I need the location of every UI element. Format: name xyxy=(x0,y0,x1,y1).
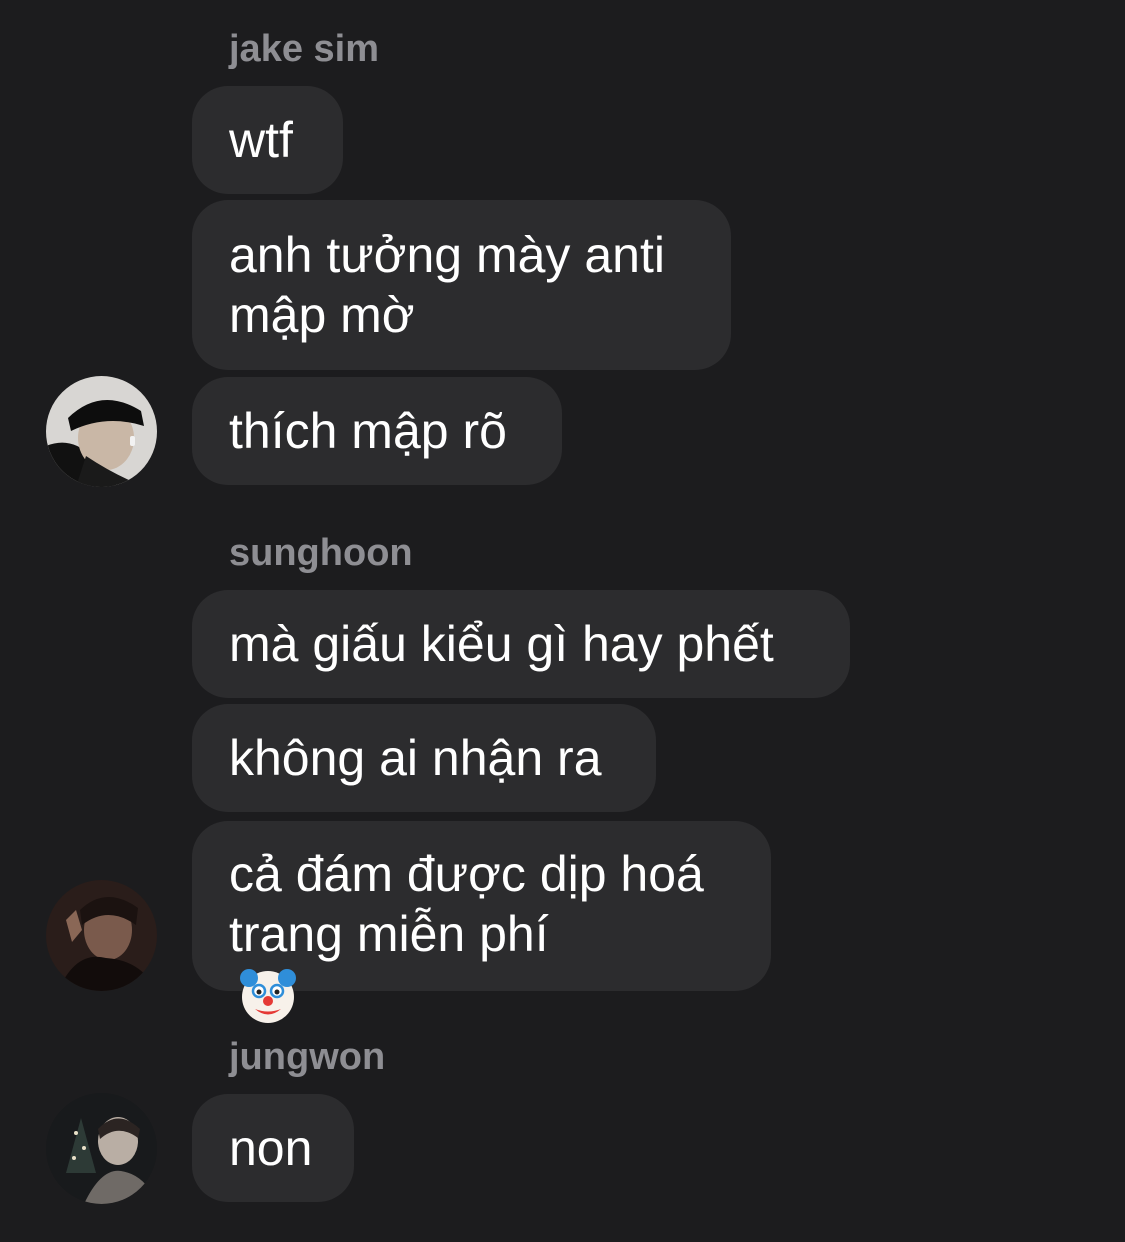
avatar[interactable] xyxy=(46,880,157,991)
message-bubble[interactable]: cả đám được dịp hoá trang miễn phí xyxy=(192,821,771,1023)
message-bubble[interactable]: non xyxy=(192,1094,354,1202)
message-text: thích mập rõ xyxy=(229,403,507,459)
message-bubble[interactable]: mà giấu kiểu gì hay phết xyxy=(192,590,850,698)
message-bubble[interactable]: anh tưởng mày anti mập mờ xyxy=(192,200,731,370)
sender-name: sunghoon xyxy=(229,532,413,574)
avatar[interactable] xyxy=(46,376,157,487)
message-text: wtf xyxy=(229,112,293,168)
message-bubble[interactable]: wtf xyxy=(192,86,343,194)
message-text: không ai nhận ra xyxy=(229,730,602,786)
clown-face-icon xyxy=(240,968,296,1023)
sender-name: jake sim xyxy=(229,28,379,70)
message-text: anh tưởng mày anti mập mờ xyxy=(229,227,665,343)
message-text: cả đám được dịp hoá trang miễn phí xyxy=(229,845,704,962)
avatar[interactable] xyxy=(46,1093,157,1204)
message-bubble[interactable]: thích mập rõ xyxy=(192,377,562,485)
message-text: non xyxy=(229,1120,313,1176)
message-text: mà giấu kiểu gì hay phết xyxy=(229,616,774,672)
sender-name: jungwon xyxy=(229,1036,386,1078)
